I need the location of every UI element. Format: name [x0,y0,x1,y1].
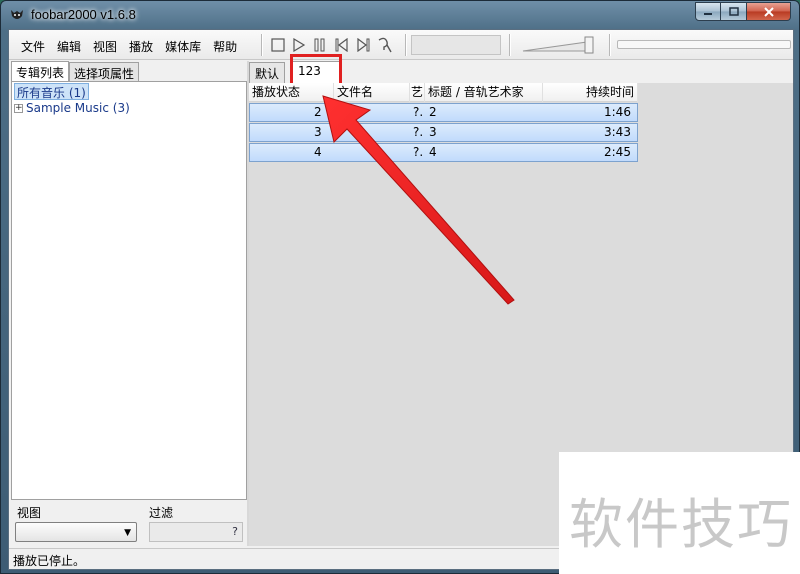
menu-file[interactable]: 文件 [15,36,51,57]
caption-buttons [695,2,791,21]
play-button[interactable] [290,36,308,54]
cell-title: 2 [429,105,437,119]
expand-icon[interactable]: + [14,104,23,113]
menu-bar: 文件 编辑 视图 播放 媒体库 帮助 [15,36,243,57]
cell-duration: 2:45 [604,145,631,159]
menu-playback[interactable]: 播放 [123,36,159,57]
filter-input[interactable]: ? [149,522,243,542]
minimize-icon [704,12,712,15]
close-icon [763,6,774,17]
tab-playlist-default[interactable]: 默认 [249,62,286,83]
tree-item-sample-music[interactable]: + Sample Music (3) [14,101,130,118]
random-button[interactable] [376,36,394,54]
column-playback-status[interactable]: 播放状态 [249,83,334,102]
toolbar-separator [509,34,511,56]
toolbar-separator [609,34,611,56]
seek-display [411,35,501,55]
cell-artist: ?. [413,125,424,139]
toolbar-separator [261,34,263,56]
maximize-button[interactable] [721,2,747,21]
view-label: 视图 [17,506,42,520]
filter-help-icon[interactable]: ? [232,525,238,538]
window-title: foobar2000 v1.6.8 [31,7,136,22]
cell-artist: ?. [413,145,424,159]
pause-button[interactable] [311,36,329,54]
maximize-icon [728,7,739,16]
foobar-app-icon [11,10,23,19]
next-icon [357,38,370,52]
tab-selection-properties[interactable]: 选择项属性 [69,62,140,81]
cell-title: 4 [429,145,437,159]
previous-button[interactable] [333,36,351,54]
volume-slider[interactable] [521,36,601,54]
cell-filename: 3 [314,125,322,139]
toolbar: 文件 编辑 视图 播放 媒体库 帮助 [9,30,793,60]
watermark-text: 软件技巧 [569,493,793,556]
next-button[interactable] [354,36,372,54]
cell-title: 3 [429,125,437,139]
tab-album-list[interactable]: 专辑列表 [11,61,70,81]
table-row[interactable]: 3 ?. 3 3:43 [249,123,638,142]
watermark: 软件技巧 [559,452,800,574]
library-panel: 专辑列表 选择项属性 所有音乐 (1) + Sample Music (3) 视图… [9,61,247,546]
playlist-tabs: 默认 123 [249,54,793,87]
menu-help[interactable]: 帮助 [207,36,243,57]
column-title-artist[interactable]: 标题 / 音轨艺术家 [425,83,543,102]
stop-button[interactable] [269,36,287,54]
view-dropdown[interactable]: ▼ [15,522,137,542]
previous-icon [335,38,348,52]
toolbar-separator [405,34,407,56]
playlist-header: 播放状态 文件名 艺 标题 / 音轨艺术家 持续时间 [249,83,638,102]
stop-icon [271,38,285,52]
cell-duration: 3:43 [604,125,631,139]
cell-filename: 4 [314,145,322,159]
random-icon [378,37,392,53]
filter-label: 过滤 [149,506,174,520]
close-button[interactable] [747,2,791,21]
play-icon [293,38,306,52]
cell-artist: ?. [413,105,424,119]
volume-ramp [522,36,594,54]
minimize-button[interactable] [695,2,721,21]
tab-playlist-123[interactable]: 123 [292,61,340,83]
tree-item-label: Sample Music (3) [26,101,130,115]
tree-item-all-music[interactable]: 所有音乐 (1) [14,83,89,100]
cell-duration: 1:46 [604,105,631,119]
status-text: 播放已停止。 [13,554,86,568]
column-duration[interactable]: 持续时间 [543,83,638,102]
column-filename[interactable]: 文件名 [334,83,410,102]
seek-bar[interactable] [617,40,791,49]
title-bar[interactable]: foobar2000 v1.6.8 [1,1,799,29]
cell-filename: 2 [314,105,322,119]
menu-edit[interactable]: 编辑 [51,36,87,57]
left-panel-tabs: 专辑列表 选择项属性 [11,61,140,81]
menu-view[interactable]: 视图 [87,36,123,57]
pause-icon [314,38,325,52]
column-artist[interactable]: 艺 [410,83,425,102]
table-row[interactable]: 2 ?. 2 1:46 [249,103,638,122]
table-row[interactable]: 4 ?. 4 2:45 [249,143,638,162]
menu-library[interactable]: 媒体库 [159,36,207,57]
chevron-down-icon: ▼ [124,528,131,538]
album-tree: 所有音乐 (1) + Sample Music (3) [11,81,247,500]
